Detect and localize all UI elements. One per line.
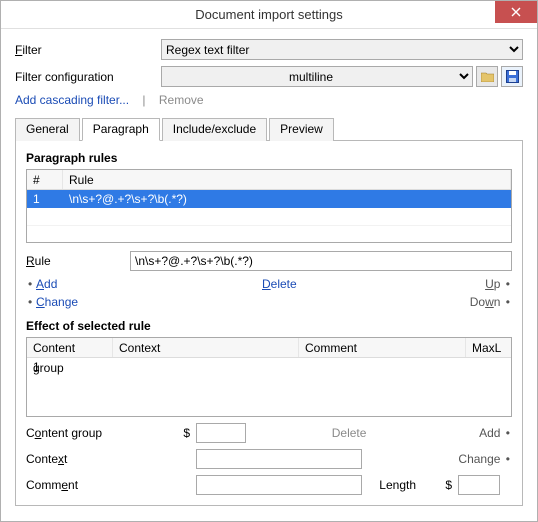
table-row-empty <box>27 226 511 243</box>
close-button[interactable] <box>495 1 537 23</box>
cell-maxl <box>469 358 511 376</box>
context-label: Context <box>26 452 116 466</box>
context-row: Context Change • <box>26 449 512 469</box>
comment-row: Comment Length $ <box>26 475 512 495</box>
paragraph-rules-grid[interactable]: # Rule 1 \n\s+?@.+?\s+?\b(.*?) <box>26 169 512 243</box>
paragraph-panel: Paragraph rules # Rule 1 \n\s+?@.+?\s+?\… <box>15 141 523 506</box>
col-header-group[interactable]: Content group <box>27 338 113 357</box>
content-group-input[interactable] <box>196 423 246 443</box>
titlebar: Document import settings <box>1 1 537 29</box>
separator: | <box>142 93 145 107</box>
remove-cascading-link: Remove <box>159 93 204 107</box>
rule-change-link[interactable]: Change <box>36 293 78 311</box>
rule-up-link[interactable]: Up <box>485 277 500 291</box>
rule-edit-label: Rule <box>26 254 130 268</box>
rule-input[interactable] <box>130 251 512 271</box>
filter-config-row: Filter configuration multiline <box>15 66 523 87</box>
tab-general[interactable]: General <box>15 118 80 141</box>
add-cascading-filter-link[interactable]: Add cascading filter... <box>15 93 129 107</box>
effect-delete-link: Delete <box>332 426 367 440</box>
content-group-row: Content group $ Delete Add • <box>26 423 512 443</box>
length-input[interactable] <box>458 475 500 495</box>
cell-context <box>113 358 299 376</box>
col-header-hash[interactable]: # <box>27 170 63 189</box>
window-title: Document import settings <box>195 7 342 22</box>
table-row-empty <box>27 208 511 226</box>
cell-num: 1 <box>27 190 63 208</box>
effects-grid[interactable]: Content group Context Comment MaxL 1 <box>26 337 512 417</box>
paragraph-rules-header: # Rule <box>27 170 511 190</box>
content-area: Filter Regex text filter Filter configur… <box>1 29 537 514</box>
cascading-bar: Add cascading filter... | Remove <box>15 93 523 107</box>
tab-paragraph[interactable]: Paragraph <box>82 118 160 141</box>
table-row[interactable]: 1 \n\s+?@.+?\s+?\b(.*?) <box>27 190 511 208</box>
effects-header: Content group Context Comment MaxL <box>27 338 511 358</box>
effect-add-link[interactable]: Add <box>479 426 500 440</box>
paragraph-rules-title: Paragraph rules <box>26 151 512 165</box>
rule-delete-link[interactable]: Delete <box>262 275 297 293</box>
filter-row: Filter Regex text filter <box>15 39 523 60</box>
dollar-sign: $ <box>116 426 196 440</box>
dollar-sign-2: $ <box>422 478 458 492</box>
folder-icon <box>481 71 494 82</box>
tab-preview[interactable]: Preview <box>269 118 334 141</box>
rule-add-link[interactable]: Add <box>36 275 262 293</box>
close-icon <box>511 7 521 17</box>
col-header-comment[interactable]: Comment <box>299 338 466 357</box>
cell-group: 1 <box>27 358 113 376</box>
tab-include-exclude[interactable]: Include/exclude <box>162 118 267 141</box>
effect-change-link[interactable]: Change <box>458 452 500 466</box>
filter-select[interactable]: Regex text filter <box>161 39 523 60</box>
save-config-button[interactable] <box>501 66 523 87</box>
rule-actions-2: • Change Down • <box>26 293 512 311</box>
col-header-rule[interactable]: Rule <box>63 170 511 189</box>
filter-config-label: Filter configuration <box>15 70 161 84</box>
filter-label: Filter <box>15 43 161 57</box>
length-label: Length <box>362 478 422 492</box>
filter-config-select[interactable]: multiline <box>161 66 473 87</box>
cell-rule: \n\s+?@.+?\s+?\b(.*?) <box>63 190 511 208</box>
open-config-button[interactable] <box>476 66 498 87</box>
table-row[interactable]: 1 <box>27 358 511 376</box>
cell-comment <box>299 358 469 376</box>
effects-title: Effect of selected rule <box>26 319 512 333</box>
rule-edit-row: Rule <box>26 251 512 271</box>
disk-icon <box>506 70 519 83</box>
tabstrip: General Paragraph Include/exclude Previe… <box>15 117 523 141</box>
rule-actions: • Add Delete Up • <box>26 275 512 293</box>
col-header-context[interactable]: Context <box>113 338 299 357</box>
comment-input[interactable] <box>196 475 362 495</box>
col-header-maxl[interactable]: MaxL <box>466 338 511 357</box>
comment-label: Comment <box>26 478 116 492</box>
rule-down-link[interactable]: Down <box>470 295 501 309</box>
context-input[interactable] <box>196 449 362 469</box>
content-group-label: Content group <box>26 426 116 440</box>
